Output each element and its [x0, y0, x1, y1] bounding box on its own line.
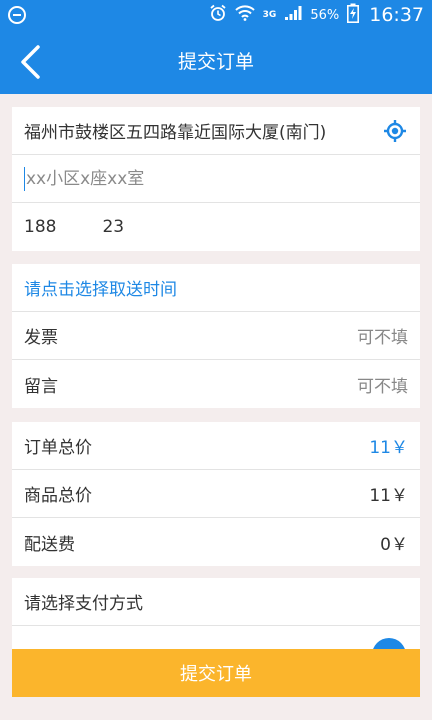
invoice-row[interactable]: 发票 可不填 — [12, 312, 420, 360]
delivery-fee-row: 配送费 0￥ — [12, 518, 420, 566]
invoice-label: 发票 — [24, 328, 58, 348]
order-total-value: 11￥ — [369, 438, 408, 458]
alarm-icon — [209, 4, 227, 26]
submit-order-button[interactable]: 提交订单 — [12, 649, 420, 697]
location-row[interactable]: 福州市鼓楼区五四路靠近国际大厦(南门) — [12, 107, 420, 155]
phone-start: 188 — [24, 217, 57, 237]
order-total-row: 订单总价 11￥ — [12, 422, 420, 470]
wifi-icon — [234, 5, 255, 25]
order-total-label: 订单总价 — [24, 438, 92, 458]
phone-redaction — [56, 217, 103, 237]
clock: 16:37 — [369, 4, 424, 26]
battery-charging-icon — [347, 3, 360, 27]
address-card: 福州市鼓楼区五四路靠近国际大厦(南门) 188 23 — [12, 107, 420, 251]
payment-card: 请选择支付方式 — [12, 578, 420, 656]
locate-icon[interactable] — [382, 118, 408, 144]
page-title: 提交订单 — [177, 51, 254, 73]
delivery-fee-label: 配送费 — [24, 534, 75, 555]
address-detail-row — [12, 155, 420, 203]
message-row[interactable]: 留言 可不填 — [12, 360, 420, 408]
address-detail-input[interactable] — [26, 168, 408, 189]
phone-end: 23 — [102, 217, 125, 237]
pickup-time-link: 请点击选择取送时间 — [24, 280, 177, 300]
signal-icon — [284, 5, 302, 25]
goods-total-label: 商品总价 — [24, 486, 92, 506]
phone-number: 188 23 — [24, 217, 124, 237]
do-not-disturb-icon — [8, 6, 26, 24]
message-value: 可不填 — [357, 376, 408, 397]
payment-title-row: 请选择支付方式 — [12, 578, 420, 626]
text-cursor — [24, 166, 25, 191]
payment-title: 请选择支付方式 — [24, 594, 143, 614]
status-bar: 3G 56% 16:37 — [0, 0, 432, 30]
location-text: 福州市鼓楼区五四路靠近国际大厦(南门) — [24, 123, 327, 143]
phone-row[interactable]: 188 23 — [12, 203, 420, 251]
app-header: 提交订单 — [0, 30, 432, 94]
goods-total-row: 商品总价 11￥ — [12, 470, 420, 518]
options-card: 请点击选择取送时间 发票 可不填 留言 可不填 — [12, 264, 420, 408]
battery-percent: 56% — [310, 7, 340, 23]
summary-card: 订单总价 11￥ 商品总价 11￥ 配送费 0￥ — [12, 422, 420, 566]
goods-total-value: 11￥ — [369, 486, 408, 506]
network-type: 3G — [262, 10, 277, 20]
delivery-fee-value: 0￥ — [380, 534, 408, 555]
message-label: 留言 — [24, 376, 58, 397]
invoice-value: 可不填 — [357, 328, 408, 348]
pickup-time-row[interactable]: 请点击选择取送时间 — [12, 264, 420, 312]
